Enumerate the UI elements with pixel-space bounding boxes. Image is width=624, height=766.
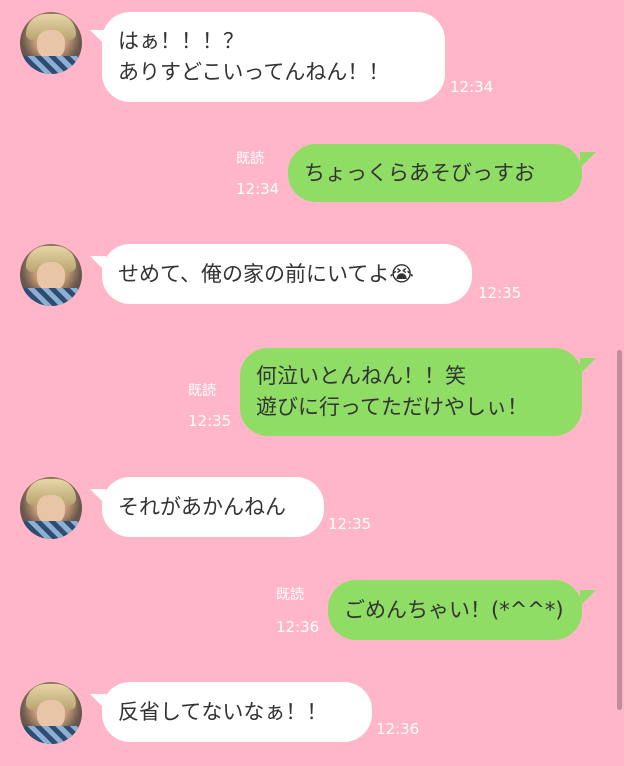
message-text: それがあかんねん — [118, 494, 286, 519]
message-bubble-outgoing[interactable]: 何泣いとんねん！！笑 遊びに行ってただけやしぃ！ — [240, 348, 582, 436]
message-bubble-outgoing[interactable]: ごめんちゃい！(*^^*) — [328, 580, 582, 640]
message-text: ちょっくらあそびっすお — [304, 160, 535, 185]
message-bubble-incoming[interactable]: それがあかんねん — [102, 477, 324, 537]
message-row-outgoing: 既読 12:34 ちょっくらあそびっすお — [0, 144, 624, 204]
avatar-scarf — [24, 521, 78, 539]
scrollbar[interactable] — [617, 350, 622, 710]
chat-area[interactable]: はぁ！！！？ ありすどこいってんねん！！ 12:34 既読 12:34 ちょっく… — [0, 0, 624, 766]
avatar-scarf — [24, 726, 78, 744]
message-time: 12:34 — [450, 78, 494, 96]
avatar-scarf — [24, 56, 78, 74]
message-bubble-outgoing[interactable]: ちょっくらあそびっすお — [288, 144, 582, 202]
avatar-scarf — [24, 288, 78, 306]
read-receipt: 既読 — [236, 151, 264, 167]
bubble-tail — [580, 590, 596, 606]
message-text: 何泣いとんねん！！笑 遊びに行ってただけやしぃ！ — [256, 364, 528, 419]
message-time: 12:34 — [236, 180, 280, 198]
message-text: ごめんちゃい！(*^^*) — [344, 597, 564, 622]
message-text: 反省してないなぁ！！ — [118, 699, 328, 724]
message-row-incoming: はぁ！！！？ ありすどこいってんねん！！ 12:34 — [0, 12, 624, 104]
message-row-incoming: 反省してないなぁ！！ 12:36 — [0, 682, 624, 744]
message-bubble-incoming[interactable]: せめて、俺の家の前にいてよ😭 — [102, 244, 472, 304]
avatar[interactable] — [20, 682, 82, 744]
message-time: 12:35 — [188, 412, 232, 430]
message-bubble-incoming[interactable]: はぁ！！！？ ありすどこいってんねん！！ — [102, 12, 445, 102]
message-time: 12:35 — [328, 515, 372, 533]
message-text: せめて、俺の家の前にいてよ😭 — [118, 261, 414, 286]
avatar[interactable] — [20, 477, 82, 539]
message-text: はぁ！！！？ ありすどこいってんねん！！ — [118, 29, 390, 84]
read-receipt: 既読 — [276, 587, 304, 603]
bubble-tail — [580, 358, 596, 374]
message-time: 12:35 — [478, 284, 522, 302]
bubble-tail — [580, 152, 596, 168]
message-row-outgoing: 既読 12:35 何泣いとんねん！！笑 遊びに行ってただけやしぃ！ — [0, 348, 624, 438]
message-bubble-incoming[interactable]: 反省してないなぁ！！ — [102, 682, 372, 742]
message-row-outgoing: 既読 12:36 ごめんちゃい！(*^^*) — [0, 580, 624, 642]
avatar[interactable] — [20, 244, 82, 306]
message-row-incoming: せめて、俺の家の前にいてよ😭 12:35 — [0, 244, 624, 306]
message-time: 12:36 — [376, 720, 420, 738]
read-receipt: 既読 — [188, 383, 216, 399]
avatar[interactable] — [20, 12, 82, 74]
message-time: 12:36 — [276, 618, 320, 636]
message-row-incoming: それがあかんねん 12:35 — [0, 477, 624, 539]
